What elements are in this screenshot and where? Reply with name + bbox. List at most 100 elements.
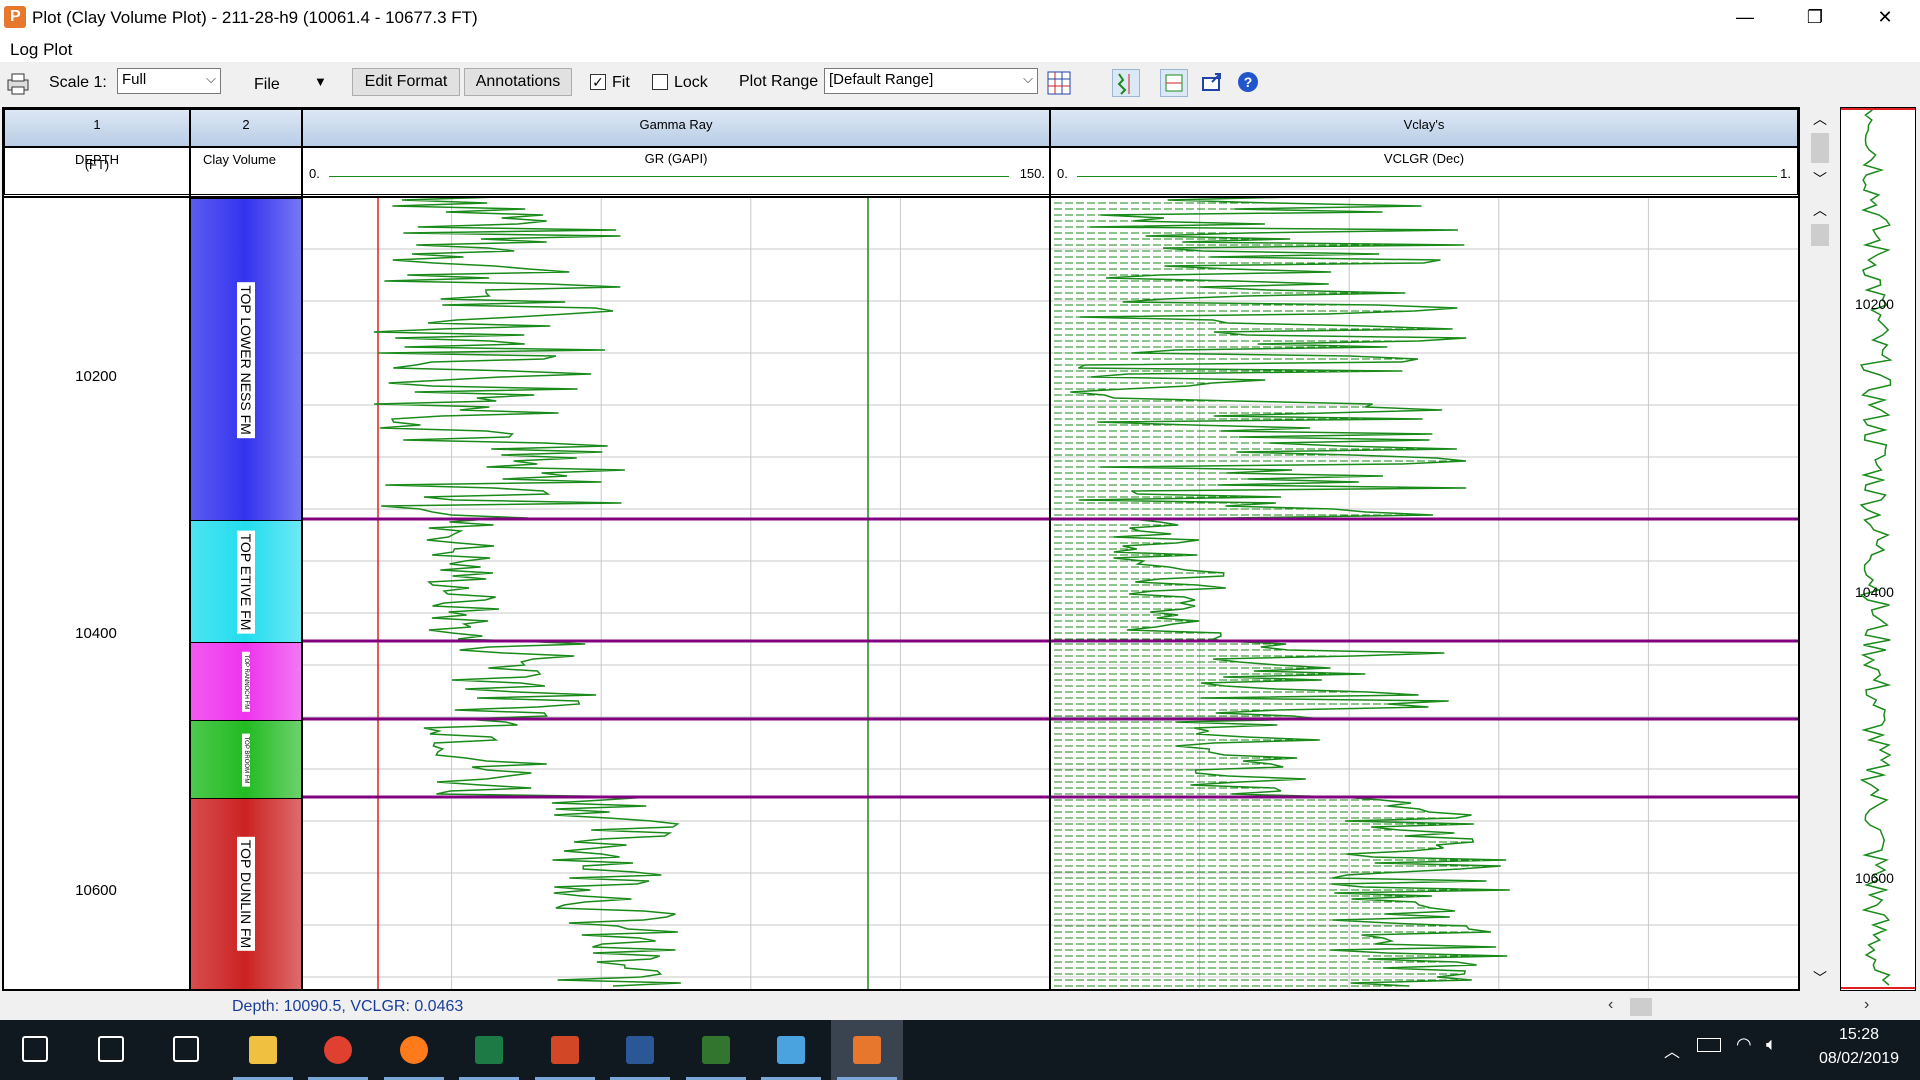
excel-icon[interactable]: [453, 1020, 525, 1080]
word-icon[interactable]: [604, 1020, 676, 1080]
horizontal-scroll-thumb[interactable]: [1630, 998, 1652, 1016]
track-separator: [189, 107, 191, 991]
firefox-icon-glyph: [399, 1036, 428, 1064]
scroll-left-icon[interactable]: ‹: [1608, 996, 1613, 1014]
gr-curve-header[interactable]: GR (GAPI) 0. 150.: [302, 147, 1050, 195]
restore-button[interactable]: ❐: [1780, 0, 1850, 36]
toolbar: Scale 1: Full ⌵ File ▼ Edit Format Annot…: [0, 62, 1920, 106]
window-title: Plot (Clay Volume Plot) - 211-28-h9 (100…: [32, 8, 478, 27]
close-button[interactable]: ✕: [1850, 0, 1920, 36]
scroll-right-icon[interactable]: ›: [1864, 996, 1869, 1014]
gr-curve: [373, 197, 681, 987]
overview-depth-10200: 10200: [1855, 296, 1894, 312]
chevron-up-icon[interactable]: ︿: [1664, 1038, 1680, 1062]
vclgr-curve-name: VCLGR (Dec): [1383, 151, 1465, 166]
gr-scale-max: 150.: [1019, 166, 1045, 181]
clock-time: 15:28: [1838, 1026, 1880, 1043]
track-separator: [1049, 107, 1051, 991]
task-view-icon[interactable]: [151, 1020, 223, 1080]
track-separator: [301, 107, 303, 991]
export-icon[interactable]: [1200, 70, 1224, 94]
wifi-icon[interactable]: ◠: [1736, 1034, 1752, 1055]
track-header-gamma-ray[interactable]: Gamma Ray: [302, 109, 1050, 147]
lock-label: Lock: [674, 74, 708, 91]
overview-depth-10400: 10400: [1855, 584, 1894, 600]
techlog-icon-glyph: [852, 1036, 881, 1064]
header-divider: [2, 196, 1800, 198]
annotations-button[interactable]: Annotations: [464, 68, 572, 96]
lock-checkbox[interactable]: [652, 74, 668, 90]
depth-label-10600: 10600: [75, 882, 117, 899]
file-menu[interactable]: File: [254, 76, 280, 94]
track-header-2[interactable]: 2: [190, 109, 302, 147]
zoom-fit-icon[interactable]: [1112, 69, 1140, 97]
track-layout-icon[interactable]: [1046, 70, 1072, 96]
plot-range-value: [Default Range]: [829, 71, 934, 88]
depth-unit: (FT): [84, 157, 110, 172]
chevron-down-icon: ⌵: [206, 71, 216, 86]
search-icon[interactable]: [76, 1020, 148, 1080]
overview-depth-10600: 10600: [1855, 870, 1894, 886]
firefox-icon[interactable]: [378, 1020, 450, 1080]
volume-icon[interactable]: 🔈︎: [1766, 1034, 1777, 1055]
scale-value: Full: [122, 71, 147, 88]
zone-label-broom: TOP BROOM FM: [241, 733, 250, 786]
battery-icon[interactable]: [1697, 1038, 1721, 1052]
gr-curve-line: [373, 197, 681, 987]
log-plot-menu[interactable]: Log Plot: [10, 40, 72, 60]
gr-curve-name: GR (GAPI): [644, 151, 708, 166]
scale-select[interactable]: Full ⌵: [117, 68, 221, 94]
scroll-up-icon[interactable]: ︿: [1813, 200, 1827, 220]
scroll-up-icon[interactable]: ︿: [1813, 109, 1827, 129]
vclgr-scale-min: 0.: [1057, 166, 1068, 181]
minimize-button[interactable]: —: [1710, 0, 1780, 36]
zone-broom[interactable]: TOP BROOM FM: [190, 720, 301, 798]
task-view-icon-glyph: [173, 1036, 199, 1062]
fit-checkbox[interactable]: ✓: [590, 74, 606, 90]
plot-scroll-thumb[interactable]: [1811, 224, 1829, 246]
file-explorer-icon-glyph: [248, 1036, 277, 1064]
clay-volume-header[interactable]: Clay Volume: [190, 147, 302, 195]
print-icon[interactable]: [6, 72, 30, 96]
project-icon-glyph: [701, 1036, 730, 1064]
start-icon-glyph: [22, 1036, 48, 1062]
powerpoint-icon[interactable]: [529, 1020, 601, 1080]
file-explorer-icon[interactable]: [227, 1020, 299, 1080]
chevron-down-icon: ⌵: [1023, 71, 1033, 86]
techlog-icon[interactable]: [830, 1020, 903, 1080]
track-header-vclay[interactable]: Vclay's: [1050, 109, 1798, 147]
overview-strip[interactable]: 10200 10400 10600: [1840, 107, 1916, 991]
gr-scale-line: [329, 176, 1009, 177]
vclgr-scale-line: [1077, 176, 1777, 177]
excel-icon-glyph: [475, 1036, 503, 1064]
zone-dunlin[interactable]: TOP DUNLIN FM: [190, 798, 301, 989]
scroll-down-icon[interactable]: ﹀: [1813, 968, 1827, 988]
zoom-select-icon[interactable]: [1160, 69, 1188, 97]
system-clock[interactable]: 15:28 08/02/2019: [1814, 1026, 1904, 1068]
header-scrollbar[interactable]: ︿ ﹀: [1805, 107, 1835, 193]
zone-rannoch[interactable]: TOP RANNOCH FM: [190, 642, 301, 720]
overview-curve: [1841, 108, 1915, 989]
scroll-down-icon[interactable]: ﹀: [1813, 169, 1827, 189]
edit-format-button[interactable]: Edit Format: [352, 68, 460, 96]
chrome-icon[interactable]: [302, 1020, 374, 1080]
status-readout: Depth: 10090.5, VCLGR: 0.0463: [232, 998, 464, 1015]
onedrive-icon[interactable]: [755, 1020, 827, 1080]
fit-label: Fit: [612, 74, 630, 91]
scale-label: Scale 1:: [49, 74, 107, 91]
track-header-1[interactable]: 1: [4, 109, 190, 147]
plot-range-select[interactable]: [Default Range] ⌵: [824, 68, 1038, 94]
vclgr-scale-max: 1.: [1780, 166, 1791, 181]
depth-curve-header[interactable]: DEPTH (FT): [4, 147, 190, 195]
vclgr-curve-header[interactable]: VCLGR (Dec) 0. 1.: [1050, 147, 1798, 195]
project-icon[interactable]: [680, 1020, 752, 1080]
start-icon[interactable]: [0, 1020, 72, 1080]
header-scroll-thumb[interactable]: [1811, 133, 1829, 163]
zone-etive[interactable]: TOP ETIVE FM: [190, 520, 301, 642]
help-icon[interactable]: ?: [1236, 70, 1260, 94]
zone-label-lower-ness: TOP LOWER NESS FM: [236, 281, 255, 438]
file-dropdown-arrow-icon[interactable]: ▼: [314, 74, 327, 89]
plot-vertical-scrollbar[interactable]: ︿ ﹀: [1805, 198, 1835, 991]
zone-lower-ness[interactable]: TOP LOWER NESS FM: [190, 198, 301, 520]
status-bar: Depth: 10090.5, VCLGR: 0.0463 ‹ ›: [0, 994, 1920, 1020]
